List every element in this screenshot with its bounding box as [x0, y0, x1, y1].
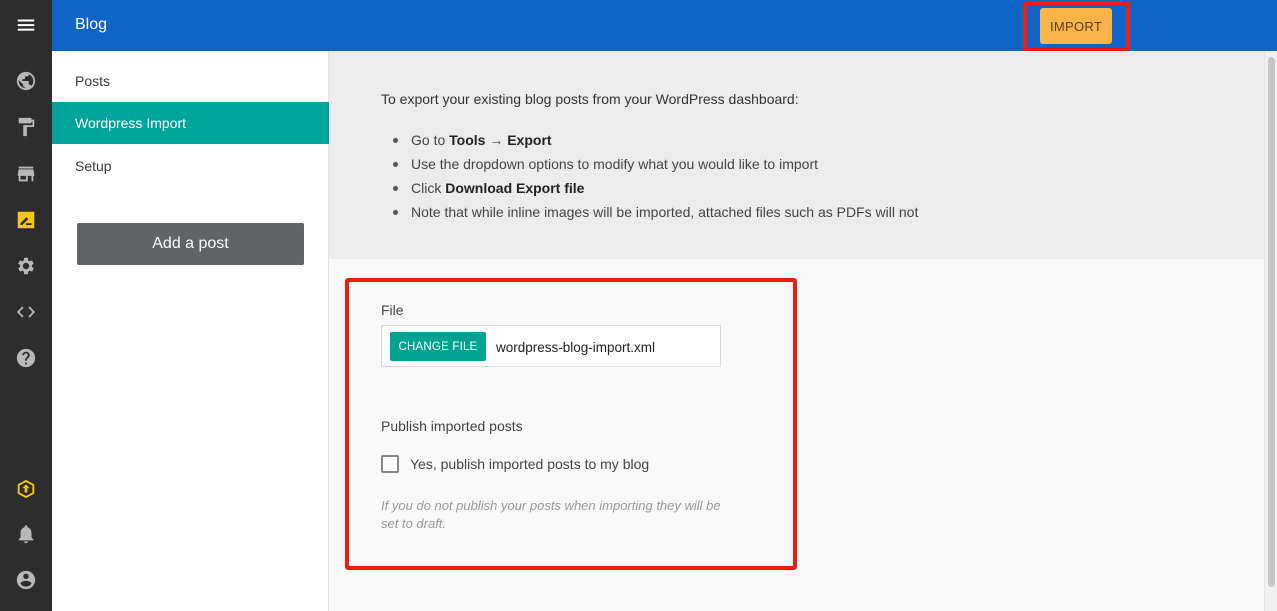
- page-title: Blog: [75, 16, 108, 33]
- account-icon[interactable]: [14, 568, 38, 592]
- upgrade-icon[interactable]: [14, 477, 38, 501]
- step-bold: Export: [507, 132, 552, 148]
- store-icon[interactable]: [14, 162, 38, 186]
- help-icon[interactable]: [14, 346, 38, 370]
- globe-icon[interactable]: [14, 69, 38, 93]
- code-icon[interactable]: [14, 300, 38, 324]
- bell-icon[interactable]: [14, 522, 38, 546]
- publish-label: Publish imported posts: [381, 418, 523, 434]
- scrollbar[interactable]: [1264, 51, 1277, 611]
- scrollbar-thumb[interactable]: [1268, 57, 1275, 587]
- sidebar-item-wordpress-import[interactable]: Wordpress Import: [52, 102, 329, 144]
- paint-roller-icon[interactable]: [14, 115, 38, 139]
- step-text: Go to: [411, 132, 450, 148]
- step-bold: Tools: [449, 132, 486, 148]
- menu-icon[interactable]: [14, 13, 38, 37]
- sidebar-item-setup[interactable]: Setup: [52, 145, 329, 187]
- file-name: wordpress-blog-import.xml: [496, 340, 656, 355]
- icon-rail: [0, 0, 52, 611]
- arrow-glyph: →: [485, 132, 508, 148]
- add-post-button[interactable]: Add a post: [77, 223, 304, 265]
- sidebar-item-label: Wordpress Import: [75, 115, 186, 131]
- list-item: Note that while inline images will be im…: [391, 203, 918, 227]
- gear-icon[interactable]: [14, 254, 38, 278]
- export-instructions-panel: To export your existing blog posts from …: [329, 51, 1264, 259]
- top-app-bar: Blog IMPORT: [52, 0, 1277, 52]
- list-item: Use the dropdown options to modify what …: [391, 155, 918, 179]
- list-item: Click Download Export file: [391, 179, 918, 203]
- step-text: Click: [411, 180, 446, 196]
- instructions-lead: To export your existing blog posts from …: [381, 91, 799, 107]
- file-label: File: [381, 302, 404, 318]
- step-bold: Download Export file: [445, 180, 585, 196]
- sidebar-item-posts[interactable]: Posts: [52, 60, 329, 102]
- file-input[interactable]: CHANGE FILE wordpress-blog-import.xml: [381, 325, 721, 367]
- instructions-list: Go to Tools → Export Use the dropdown op…: [391, 131, 918, 227]
- list-item: Go to Tools → Export: [391, 131, 918, 155]
- blog-sidebar: Posts Wordpress Import Setup Add a post: [52, 51, 329, 611]
- change-file-button[interactable]: CHANGE FILE: [390, 332, 486, 361]
- publish-hint: If you do not publish your posts when im…: [381, 498, 721, 531]
- import-button[interactable]: IMPORT: [1040, 8, 1112, 44]
- blog-icon[interactable]: [14, 208, 38, 232]
- sidebar-item-label: Setup: [75, 158, 112, 174]
- sidebar-item-label: Posts: [75, 73, 111, 89]
- publish-checkbox[interactable]: [381, 455, 399, 473]
- publish-checkbox-label[interactable]: Yes, publish imported posts to my blog: [410, 456, 649, 472]
